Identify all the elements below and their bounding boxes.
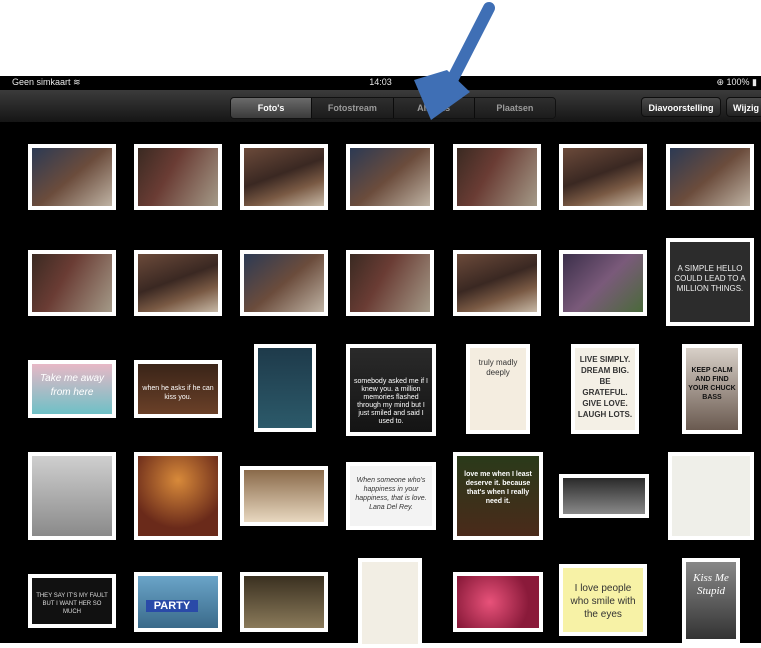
photo-thumbnail[interactable]: A SIMPLE HELLO COULD LEAD TO A MILLION T… <box>666 238 754 326</box>
thumb-caption: Kiss Me Stupid <box>693 572 729 597</box>
photo-thumbnail[interactable]: love me when I least deserve it. because… <box>453 452 543 540</box>
thumb-caption: somebody asked me if I knew you. a milli… <box>354 378 428 425</box>
photo-thumbnail[interactable] <box>453 250 541 316</box>
thumb-caption: KEEP CALM AND FIND YOUR CHUCK BASS <box>688 367 736 401</box>
photo-thumbnail[interactable] <box>453 144 541 210</box>
photo-thumbnail[interactable] <box>254 344 316 432</box>
photo-grid: A SIMPLE HELLO COULD LEAD TO A MILLION T… <box>0 122 761 648</box>
tab-photostream[interactable]: Fotostream <box>312 98 394 118</box>
toolbar: Foto's Fotostream Albums Plaatsen Diavoo… <box>0 90 761 123</box>
photo-thumbnail[interactable] <box>358 558 422 648</box>
photo-thumbnail[interactable] <box>559 474 649 518</box>
battery-icon: ▮ <box>752 77 757 87</box>
photo-thumbnail[interactable]: somebody asked me if I knew you. a milli… <box>346 344 436 436</box>
photo-thumbnail[interactable] <box>668 452 754 540</box>
photo-thumbnail[interactable]: When someone who's happiness in your hap… <box>346 462 436 530</box>
tab-albums[interactable]: Albums <box>393 98 475 118</box>
photo-thumbnail[interactable] <box>559 144 647 210</box>
photo-thumbnail[interactable] <box>134 250 222 316</box>
photo-thumbnail[interactable]: when he asks if he can kiss you. <box>134 360 222 418</box>
slideshow-button[interactable]: Diavoorstelling <box>641 97 721 117</box>
photo-thumbnail[interactable]: Take me away from here <box>28 360 116 418</box>
photo-thumbnail[interactable] <box>134 144 222 210</box>
photo-thumbnail[interactable]: PARTY <box>134 572 222 632</box>
photo-thumbnail[interactable] <box>240 572 328 632</box>
photo-thumbnail[interactable] <box>346 144 434 210</box>
photo-thumbnail[interactable] <box>346 250 434 316</box>
thumb-caption: Take me away from here <box>39 373 105 398</box>
thumb-caption: THEY SAY IT'S MY FAULT BUT I WANT HER SO… <box>36 593 108 615</box>
thumb-caption: when he asks if he can kiss you. <box>142 385 214 401</box>
photo-thumbnail[interactable] <box>666 144 754 210</box>
rotation-lock-icon: ⊕ <box>716 77 724 87</box>
photo-thumbnail[interactable]: truly madly deeply <box>466 344 530 434</box>
tab-places[interactable]: Plaatsen <box>474 98 555 118</box>
photo-thumbnail[interactable]: THEY SAY IT'S MY FAULT BUT I WANT HER SO… <box>28 574 116 628</box>
thumb-caption: When someone who's happiness in your hap… <box>355 477 427 511</box>
status-bar: Geen simkaart ≋ 14:03 ⊕ 100% ▮ <box>0 76 761 90</box>
photo-thumbnail[interactable] <box>453 572 543 632</box>
tab-control: Foto's Fotostream Albums Plaatsen <box>230 97 556 119</box>
photo-thumbnail[interactable] <box>240 466 328 526</box>
tab-photos[interactable]: Foto's <box>231 98 313 118</box>
photo-thumbnail[interactable] <box>240 250 328 316</box>
thumb-caption: truly madly deeply <box>478 358 518 377</box>
battery-indicator: ⊕ 100% ▮ <box>716 77 757 87</box>
top-margin <box>0 0 761 76</box>
photo-thumbnail[interactable]: I love people who smile with the eyes <box>559 564 647 636</box>
photo-thumbnail[interactable] <box>240 144 328 210</box>
photo-thumbnail[interactable]: LIVE SIMPLY. DREAM BIG. BE GRATEFUL. GIV… <box>571 344 639 434</box>
photo-thumbnail[interactable] <box>559 250 647 316</box>
thumb-caption: PARTY <box>146 600 198 612</box>
photo-thumbnail[interactable] <box>28 250 116 316</box>
thumb-caption: love me when I least deserve it. because… <box>464 471 532 505</box>
photo-thumbnail[interactable]: Kiss Me Stupid <box>682 558 740 643</box>
thumb-caption: LIVE SIMPLY. DREAM BIG. BE GRATEFUL. GIV… <box>577 355 633 419</box>
thumb-caption: I love people who smile with the eyes <box>570 583 636 620</box>
thumb-caption: A SIMPLE HELLO COULD LEAD TO A MILLION T… <box>674 264 746 293</box>
photo-thumbnail[interactable] <box>28 144 116 210</box>
clock: 14:03 <box>369 77 392 87</box>
photo-thumbnail[interactable] <box>28 452 116 540</box>
photo-thumbnail[interactable] <box>134 452 222 540</box>
edit-button[interactable]: Wijzig <box>726 97 761 117</box>
photo-thumbnail[interactable]: KEEP CALM AND FIND YOUR CHUCK BASS <box>682 344 742 434</box>
